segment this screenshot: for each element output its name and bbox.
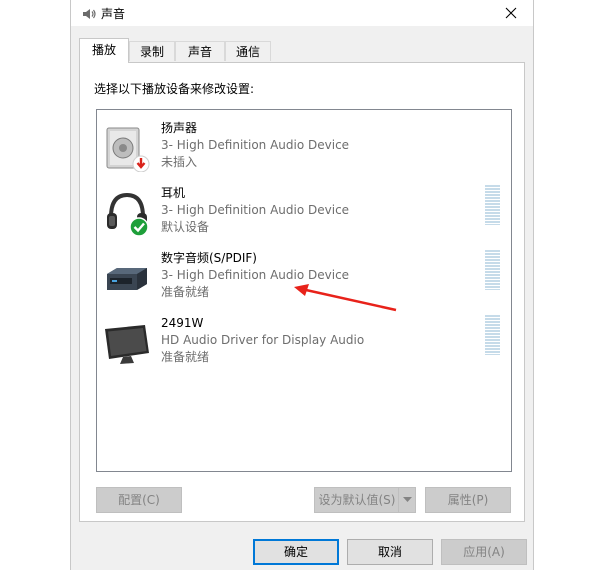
annotation-arrow [294, 284, 397, 312]
tab-playback[interactable]: 播放 [79, 38, 129, 63]
